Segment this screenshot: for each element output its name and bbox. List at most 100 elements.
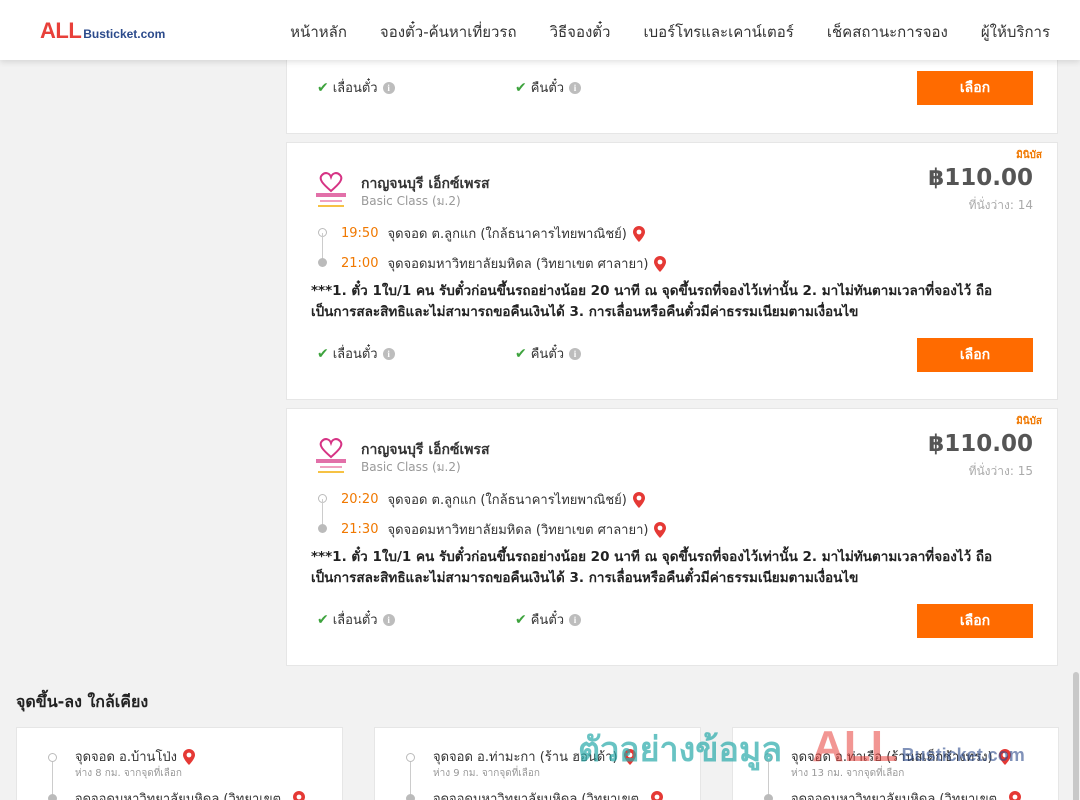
info-icon[interactable]: i — [569, 81, 582, 94]
site-header: ALL Busticket.com หน้าหลัก จองตั๋ว-ค้นหา… — [0, 0, 1080, 60]
nearby-stop-destination: จุดจอดมหาวิทยาลัยมหิดล (วิทยาเขต — [433, 788, 664, 800]
seats-available: ที่นั่งว่าง: 15 — [968, 464, 1033, 478]
reschedule-feature: ✔ เลื่อนตั๋ว i — [317, 77, 395, 98]
timeline-end-dot — [406, 794, 415, 800]
nearby-stop-name: จุดจอด อ.บ้านโป่ง — [75, 746, 196, 767]
refund-label: คืนตั๋ว — [530, 81, 565, 96]
nearby-stop-distance: ห่าง 9 กม. จากจุดที่เลือก — [433, 768, 540, 779]
check-icon: ✔ — [317, 611, 329, 628]
info-icon[interactable]: i — [382, 347, 395, 360]
info-icon[interactable]: i — [569, 613, 582, 626]
info-icon[interactable]: i — [382, 81, 395, 94]
refund-label: คืนตั๋ว — [530, 613, 565, 628]
info-icon[interactable]: i — [382, 613, 395, 626]
nav-booking-status[interactable]: เช็คสถานะการจอง — [827, 20, 948, 44]
check-icon: ✔ — [317, 79, 329, 96]
arrival-time: 21:00 — [341, 256, 379, 271]
departure-stop: 20:20 จุดจอด ต.ลูกแก (ใกล้ธนาคารไทยพาณิช… — [341, 489, 645, 510]
departure-time: 19:50 — [341, 226, 379, 241]
map-pin-icon[interactable] — [651, 790, 664, 800]
map-pin-icon[interactable] — [623, 748, 636, 765]
nearby-stops-title: จุดขึ้น-ลง ใกล้เคียง — [16, 692, 149, 711]
departure-stop-name: จุดจอด ต.ลูกแก (ใกล้ธนาคารไทยพาณิชย์) — [387, 227, 627, 242]
timeline-start-dot — [406, 753, 415, 762]
seats-available: ที่นั่งว่าง: 14 — [968, 198, 1033, 212]
nearby-stop-name: จุดจอด อ.ท่าเรือ (ร้านสเต็กช้างทรง) — [791, 746, 1011, 767]
reschedule-label: เลื่อนตั๋ว — [332, 347, 378, 362]
map-pin-icon[interactable] — [998, 748, 1011, 765]
timeline-end-dot — [318, 524, 327, 533]
nav-how-to-book[interactable]: วิธีจองตั๋ว — [550, 20, 611, 44]
nearby-stop-card[interactable]: จุดจอด อ.ท่ามะกา (ร้าน ฮอนด้า) ห่าง 9 กม… — [374, 727, 701, 800]
nearby-stop-distance: ห่าง 8 กม. จากจุดที่เลือก — [75, 768, 182, 779]
map-pin-icon[interactable] — [654, 255, 667, 272]
timeline-start-dot — [48, 753, 57, 762]
refund-feature: ✔ คืนตั๋ว i — [515, 609, 582, 630]
check-icon: ✔ — [515, 79, 527, 96]
arrival-stop: 21:30 จุดจอดมหาวิทยาลัยมหิดล (วิทยาเขต ศ… — [341, 519, 667, 540]
ticket-price: ฿110.00 — [928, 165, 1033, 191]
nearby-stop-label: จุดจอด อ.ท่ามะกา (ร้าน ฮอนด้า) — [433, 750, 618, 765]
bus-type-badge: มินิบัส — [1016, 150, 1042, 161]
page-scrollbar[interactable] — [1072, 60, 1080, 800]
logo-rest: Busticket.com — [83, 27, 166, 41]
refund-feature: ✔ คืนตั๋ว i — [515, 77, 582, 98]
operator-logo-icon — [316, 172, 346, 207]
reschedule-label: เลื่อนตั๋ว — [332, 613, 378, 628]
reschedule-feature: ✔ เลื่อนตั๋ว i — [317, 609, 395, 630]
timeline-line — [52, 762, 53, 798]
trip-card: มินิบัส กาญจนบุรี เอ็กซ์เพรส Basic Class… — [286, 142, 1058, 400]
refund-feature: ✔ คืนตั๋ว i — [515, 343, 582, 364]
map-pin-icon[interactable] — [293, 790, 306, 800]
nav-book-search[interactable]: จองตั๋ว-ค้นหาเที่ยวรถ — [380, 20, 517, 44]
nav-contact[interactable]: เบอร์โทรและเคาน์เตอร์ — [643, 20, 793, 44]
check-icon: ✔ — [515, 611, 527, 628]
info-icon[interactable]: i — [569, 347, 582, 360]
arrival-stop: 21:00 จุดจอดมหาวิทยาลัยมหิดล (วิทยาเขต ศ… — [341, 253, 667, 274]
site-logo[interactable]: ALL Busticket.com — [40, 18, 165, 44]
select-button[interactable]: เลือก — [917, 71, 1033, 105]
map-pin-icon[interactable] — [632, 491, 645, 508]
operator-logo-icon — [316, 438, 346, 473]
timeline-end-dot — [764, 794, 773, 800]
bus-type-badge: มินิบัส — [1016, 416, 1042, 427]
trip-note: ***1. ตั๋ว 1ใบ/1 คน รับตั๋วก่อนขึ้นรถอย่… — [311, 283, 993, 320]
departure-stop-name: จุดจอด ต.ลูกแก (ใกล้ธนาคารไทยพาณิชย์) — [387, 493, 627, 508]
departure-time: 20:20 — [341, 492, 379, 507]
nearby-dest-label: จุดจอดมหาวิทยาลัยมหิดล (วิทยาเขต — [433, 792, 640, 800]
nearby-stop-distance: ห่าง 13 กม. จากจุดที่เลือก — [791, 768, 905, 779]
reschedule-label: เลื่อนตั๋ว — [332, 81, 378, 96]
arrival-stop-name: จุดจอดมหาวิทยาลัยมหิดล (วิทยาเขต ศาลายา) — [387, 523, 649, 538]
bus-class: Basic Class (ม.2) — [361, 460, 461, 474]
arrival-stop-name: จุดจอดมหาวิทยาลัยมหิดล (วิทยาเขต ศาลายา) — [387, 257, 649, 272]
check-icon: ✔ — [317, 345, 329, 362]
nearby-dest-label: จุดจอดมหาวิทยาลัยมหิดล (วิทยาเขต — [791, 792, 998, 800]
map-pin-icon[interactable] — [183, 748, 196, 765]
timeline-line — [768, 762, 769, 798]
nav-operators[interactable]: ผู้ให้บริการ — [981, 20, 1050, 44]
trip-note: ***1. ตั๋ว 1ใบ/1 คน รับตั๋วก่อนขึ้นรถอย่… — [311, 549, 993, 586]
scrollbar-thumb[interactable] — [1073, 672, 1079, 800]
nearby-stop-label: จุดจอด อ.บ้านโป่ง — [75, 750, 178, 765]
refund-label: คืนตั๋ว — [530, 347, 565, 362]
timeline-end-dot — [318, 258, 327, 267]
main-nav: หน้าหลัก จองตั๋ว-ค้นหาเที่ยวรถ วิธีจองตั… — [257, 20, 1050, 44]
logo-all: ALL — [40, 18, 82, 43]
map-pin-icon[interactable] — [632, 225, 645, 242]
nav-home[interactable]: หน้าหลัก — [290, 20, 347, 44]
select-button[interactable]: เลือก — [917, 338, 1033, 372]
nearby-stop-label: จุดจอด อ.ท่าเรือ (ร้านสเต็กช้างทรง) — [791, 750, 993, 765]
select-button[interactable]: เลือก — [917, 604, 1033, 638]
map-pin-icon[interactable] — [1009, 790, 1022, 800]
nearby-stop-destination: จุดจอดมหาวิทยาลัยมหิดล (วิทยาเขต — [791, 788, 1022, 800]
reschedule-feature: ✔ เลื่อนตั๋ว i — [317, 343, 395, 364]
nearby-dest-label: จุดจอดมหาวิทยาลัยมหิดล (วิทยาเขต — [75, 792, 282, 800]
nearby-stop-card[interactable]: จุดจอด อ.ท่าเรือ (ร้านสเต็กช้างทรง) ห่าง… — [732, 727, 1059, 800]
ticket-price: ฿110.00 — [928, 431, 1033, 457]
timeline-end-dot — [48, 794, 57, 800]
arrival-time: 21:30 — [341, 522, 379, 537]
nearby-stop-name: จุดจอด อ.ท่ามะกา (ร้าน ฮอนด้า) — [433, 746, 636, 767]
nearby-stop-destination: จุดจอดมหาวิทยาลัยมหิดล (วิทยาเขต — [75, 788, 306, 800]
nearby-stop-card[interactable]: จุดจอด อ.บ้านโป่ง ห่าง 8 กม. จากจุดที่เล… — [16, 727, 343, 800]
map-pin-icon[interactable] — [654, 521, 667, 538]
